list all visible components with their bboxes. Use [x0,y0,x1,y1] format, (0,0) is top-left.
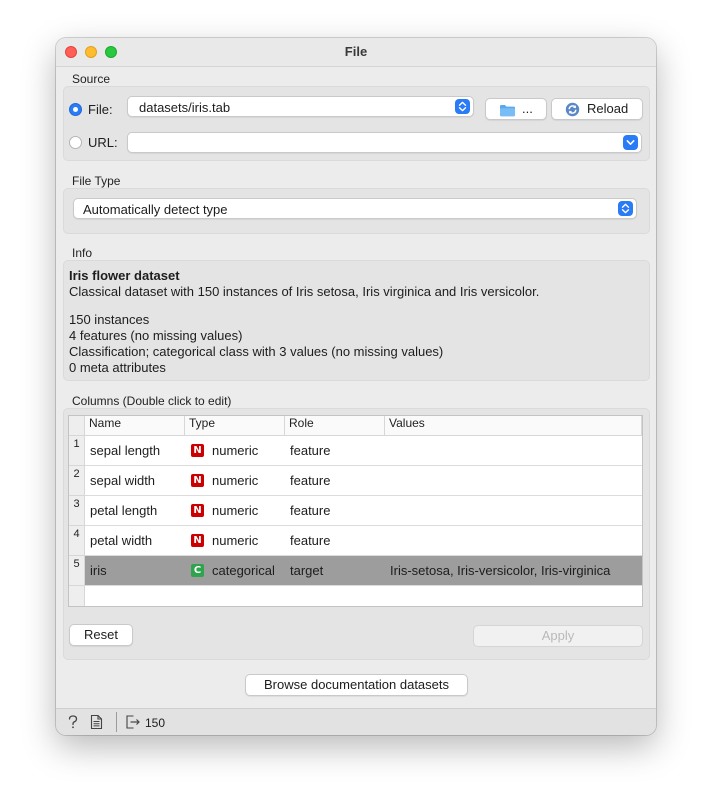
file-path-value: datasets/iris.tab [139,100,231,115]
updown-arrows-icon [618,201,633,216]
file-radio[interactable] [69,103,82,116]
file-type-combobox[interactable]: Automatically detect type [73,198,637,219]
numeric-type-icon: N [191,444,204,457]
column-name: petal width [90,533,153,548]
column-role: feature [290,473,331,488]
browse-button-label: ... [522,101,533,116]
column-role: feature [290,503,331,518]
column-name: iris [90,563,107,578]
info-meta: 0 meta attributes [69,360,166,375]
numeric-type-icon: N [191,534,204,547]
column-role: feature [290,443,331,458]
column-name: sepal width [90,473,156,488]
chevron-down-icon [623,135,638,150]
apply-button[interactable]: Apply [473,625,643,647]
reset-button[interactable]: Reset [69,624,133,646]
numeric-type-icon: N [191,474,204,487]
numeric-type-icon: N [191,504,204,517]
file-window: File Source File: datasets/iris.tab ... … [56,38,656,735]
column-type: numeric [212,443,259,458]
window-title: File [344,44,368,59]
column-type: numeric [212,503,259,518]
row-number: 5 [69,556,85,586]
table-row-selected[interactable]: iris C categorical target Iris-setosa, I… [85,556,642,586]
row-number: 3 [69,496,85,526]
row-number: 2 [69,466,85,496]
column-role: feature [290,533,331,548]
source-group-label: Source [72,72,111,86]
title-bar: File [56,38,656,67]
info-classification: Classification; categorical class with 3… [69,344,444,359]
column-type: numeric [212,473,259,488]
file-type-group-label: File Type [72,174,121,188]
reload-button-label: Reload [587,101,629,116]
categorical-type-icon: C [191,564,204,577]
file-path-combobox[interactable]: datasets/iris.tab [127,96,474,117]
column-role: target [290,563,324,578]
header-values[interactable]: Values [385,416,642,436]
column-type: categorical [212,563,275,578]
file-radio-label: File: [88,102,113,117]
columns-table[interactable]: Name Type Role Values 1 sepal length N n… [68,415,643,607]
row-number: 4 [69,526,85,556]
dataset-description: Classical dataset with 150 instances of … [69,284,540,299]
column-name: petal length [90,503,158,518]
reload-icon [565,102,580,123]
help-icon[interactable] [66,714,80,733]
url-combobox[interactable] [127,132,642,153]
output-count: 150 [145,716,166,730]
folder-icon [499,103,516,123]
header-role[interactable]: Role [285,416,385,436]
column-type: numeric [212,533,259,548]
column-name: sepal length [90,443,161,458]
updown-arrows-icon [455,99,470,114]
table-row[interactable]: sepal width N numeric feature [85,466,642,496]
url-radio[interactable] [69,136,82,149]
output-icon [125,714,141,733]
header-type[interactable]: Type [185,416,285,436]
row-header-empty [69,586,85,606]
table-row[interactable]: petal length N numeric feature [85,496,642,526]
reload-button[interactable]: Reload [551,98,643,120]
status-bar: 150 [56,708,656,735]
status-divider [116,712,117,732]
browse-file-button[interactable]: ... [485,98,547,120]
dataset-title: Iris flower dataset [69,268,180,283]
info-group-label: Info [72,246,93,260]
url-radio-label: URL: [88,135,118,150]
column-values: Iris-setosa, Iris-versicolor, Iris-virgi… [390,563,611,578]
browse-documentation-datasets-button[interactable]: Browse documentation datasets [245,674,468,696]
row-number: 1 [69,436,85,466]
columns-group-label: Columns (Double click to edit) [72,394,232,408]
info-features: 4 features (no missing values) [69,328,243,343]
table-corner [69,416,85,436]
report-icon[interactable] [90,714,103,733]
info-instances: 150 instances [69,312,150,327]
table-row[interactable]: sepal length N numeric feature [85,436,642,466]
file-type-value: Automatically detect type [83,202,228,217]
header-name[interactable]: Name [85,416,185,436]
table-row[interactable]: petal width N numeric feature [85,526,642,556]
